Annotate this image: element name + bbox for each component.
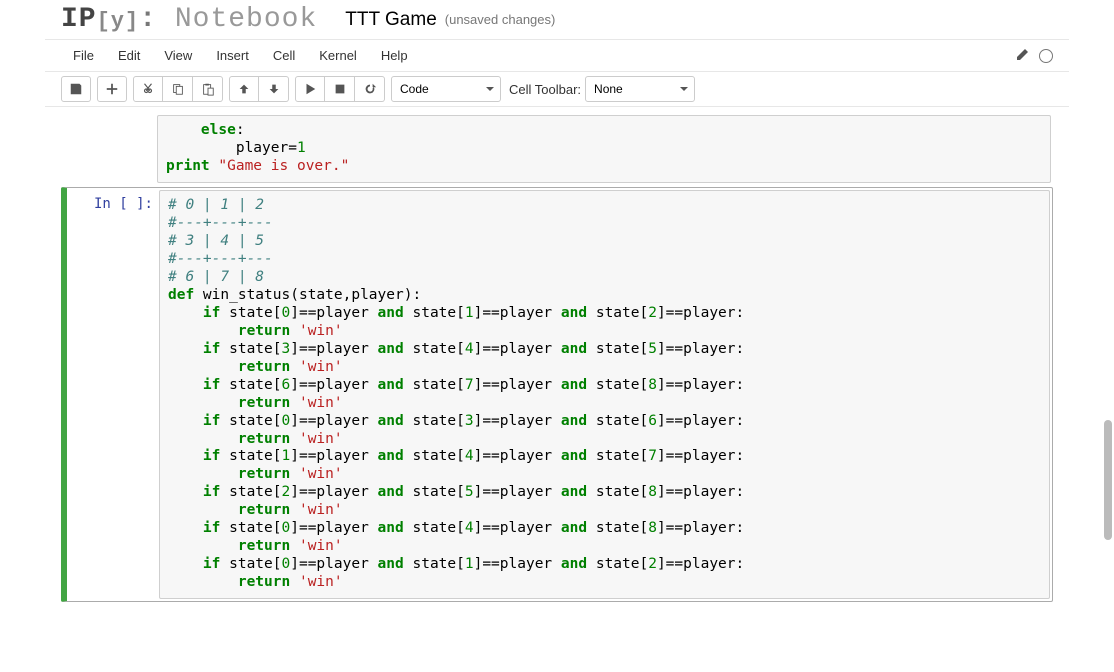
menu-edit[interactable]: Edit [106,42,152,69]
notebook-name[interactable]: TTT Game [345,9,437,31]
cell-prompt: In [ ]: [69,190,159,599]
code-cell-partial[interactable]: else: player=1print "Game is over." [61,113,1053,185]
save-button[interactable] [61,76,91,102]
copy-button[interactable] [163,76,193,102]
run-button[interactable] [295,76,325,102]
menu-kernel[interactable]: Kernel [307,42,369,69]
kernel-indicator-icon [1039,49,1053,63]
notebook-container[interactable]: else: player=1print "Game is over." In [… [45,107,1069,602]
insert-cell-button[interactable] [97,76,127,102]
cell-toolbar-label: Cell Toolbar: [509,82,581,97]
menu-view[interactable]: View [152,42,204,69]
code-cell-selected[interactable]: In [ ]: # 0 | 1 | 2#---+---+---# 3 | 4 |… [61,187,1053,602]
save-status: (unsaved changes) [445,12,556,27]
code-input[interactable]: else: player=1print "Game is over." [157,115,1051,183]
cell-type-value: Code [400,82,429,96]
ipython-logo: IP[y]: Notebook [61,4,317,35]
code-input[interactable]: # 0 | 1 | 2#---+---+---# 3 | 4 | 5#---+-… [159,190,1050,599]
menu-file[interactable]: File [61,42,106,69]
cell-type-select[interactable]: Code [391,76,501,102]
cell-toolbar-select[interactable]: None [585,76,695,102]
move-up-button[interactable] [229,76,259,102]
cell-toolbar-value: None [594,82,623,96]
notebook-header: IP[y]: Notebook TTT Game (unsaved change… [45,0,1069,40]
move-down-button[interactable] [259,76,289,102]
scrollbar-thumb[interactable] [1104,420,1112,540]
edit-mode-icon [1015,46,1031,65]
interrupt-button[interactable] [325,76,355,102]
paste-button[interactable] [193,76,223,102]
toolbar: Code Cell Toolbar: None [45,72,1069,107]
menubar: File Edit View Insert Cell Kernel Help [45,40,1069,72]
menu-insert[interactable]: Insert [204,42,261,69]
menu-cell[interactable]: Cell [261,42,307,69]
cut-button[interactable] [133,76,163,102]
menu-help[interactable]: Help [369,42,420,69]
restart-button[interactable] [355,76,385,102]
